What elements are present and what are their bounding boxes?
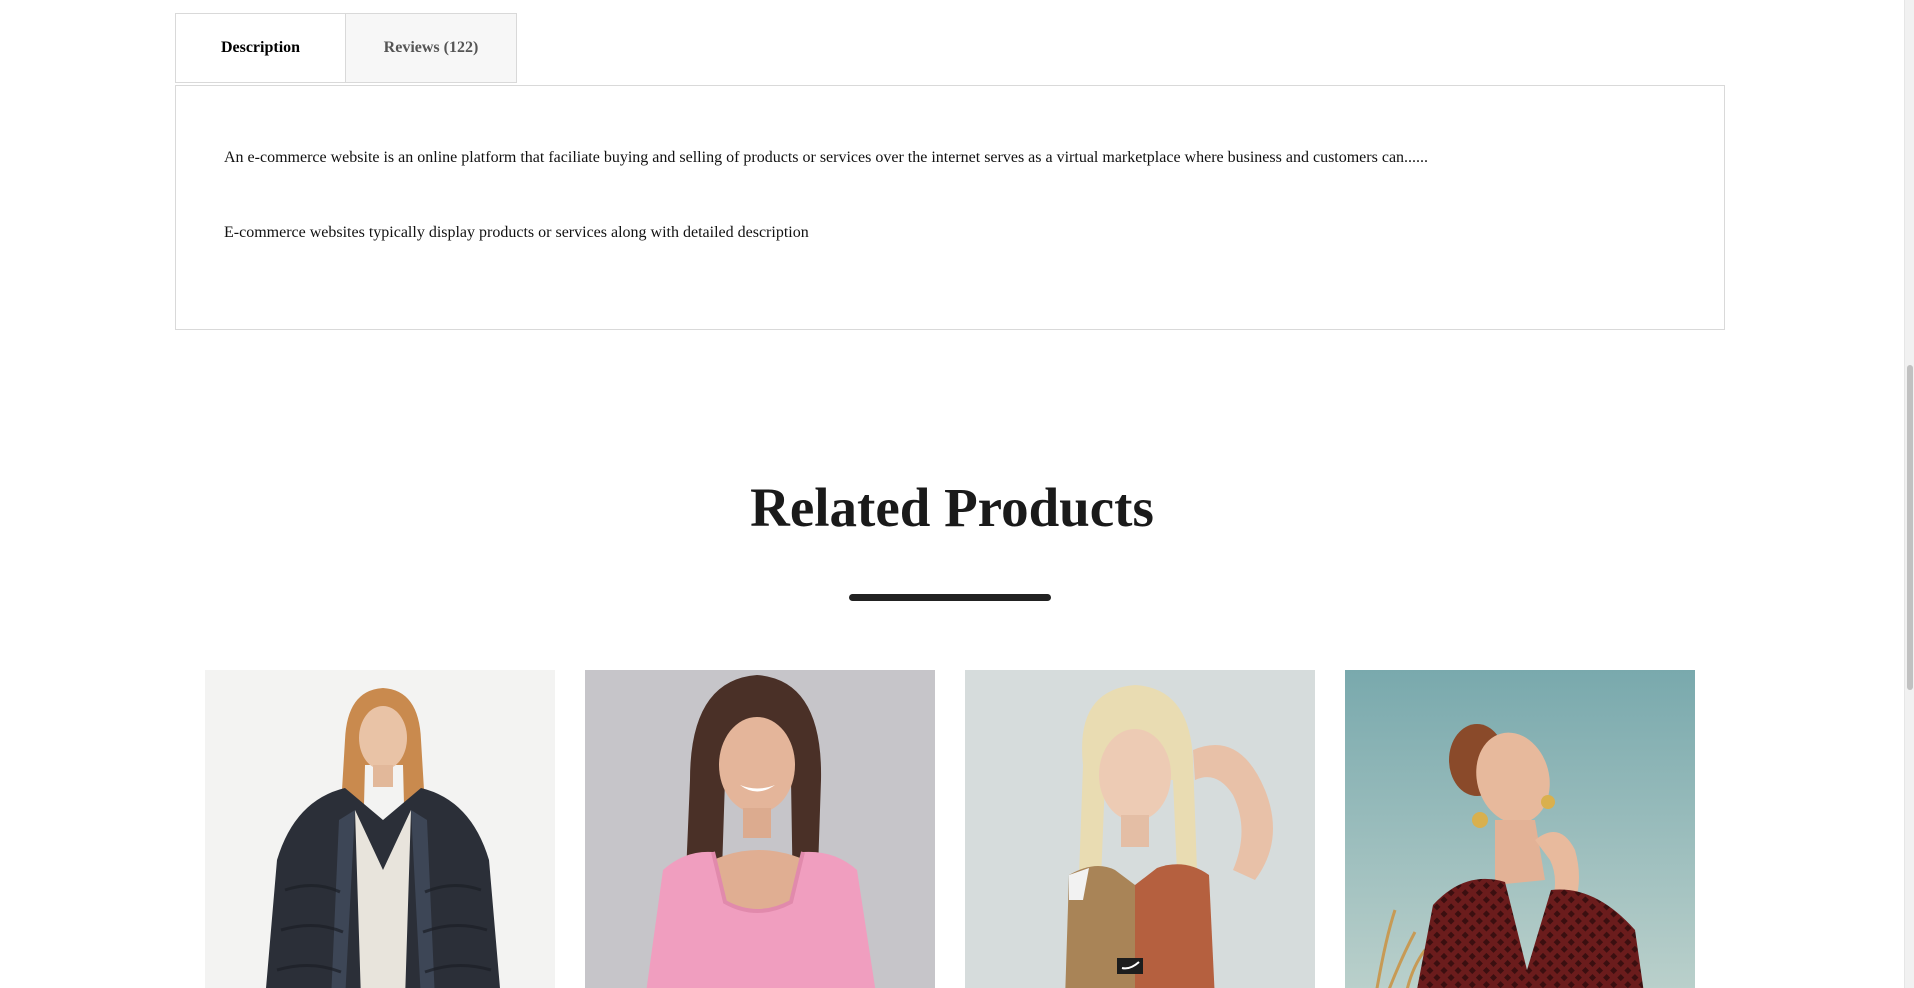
page-scrollbar[interactable]: [1904, 0, 1914, 988]
product-image: [205, 670, 555, 988]
related-products-title: Related Products: [750, 477, 1154, 538]
title-underline: [849, 594, 1051, 601]
product-image: [965, 670, 1315, 988]
product-image: [1345, 670, 1695, 988]
product-card[interactable]: [205, 670, 555, 988]
product-card[interactable]: [585, 670, 935, 988]
product-card[interactable]: [965, 670, 1315, 988]
description-panel: An e-commerce website is an online platf…: [175, 85, 1725, 330]
product-image: [585, 670, 935, 988]
description-paragraph-1: An e-commerce website is an online platf…: [224, 149, 1429, 166]
product-tabs: Description Reviews (122): [175, 13, 517, 83]
tab-reviews[interactable]: Reviews (122): [346, 13, 517, 83]
description-paragraph-2: E-commerce websites typically display pr…: [224, 224, 809, 241]
product-card[interactable]: [1345, 670, 1695, 988]
product-details-page: Description Reviews (122) An e-commerce …: [0, 0, 1904, 988]
related-products-grid: [205, 670, 1695, 988]
tab-description[interactable]: Description: [175, 13, 346, 83]
scrollbar-thumb[interactable]: [1907, 365, 1913, 690]
